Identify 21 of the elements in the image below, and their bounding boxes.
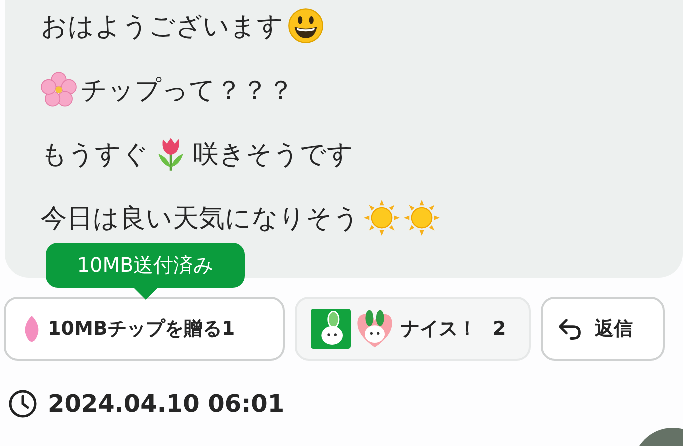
smiley-face-icon xyxy=(288,8,324,44)
nice-label: ナイス！ xyxy=(401,317,477,342)
timestamp: 2024.04.10 06:01 xyxy=(48,390,285,418)
tip-button[interactable]: 10MBチップを贈る1 xyxy=(4,297,285,361)
reply-arrow-icon xyxy=(557,316,583,342)
message-text: おはようございます xyxy=(41,10,284,44)
nice-button[interactable]: ナイス！ 2 xyxy=(295,297,531,361)
clock-icon xyxy=(8,389,38,419)
message-text: 今日は良い天気になりそう xyxy=(41,202,360,236)
sun-icon xyxy=(364,200,400,236)
tooltip-pointer xyxy=(133,287,159,300)
rabbit-heart-icon xyxy=(355,309,395,349)
message-text: 咲きそうです xyxy=(193,138,354,172)
sun-icon xyxy=(404,200,440,236)
nice-count: 2 xyxy=(493,318,506,340)
message-text: もうすぐ xyxy=(41,138,149,172)
rabbit-sticker-icon xyxy=(311,309,351,349)
reply-button[interactable]: 返信 xyxy=(541,297,665,361)
petal-icon xyxy=(24,316,40,342)
flower-icon xyxy=(41,72,77,108)
message-text: チップって？？？ xyxy=(81,74,294,108)
